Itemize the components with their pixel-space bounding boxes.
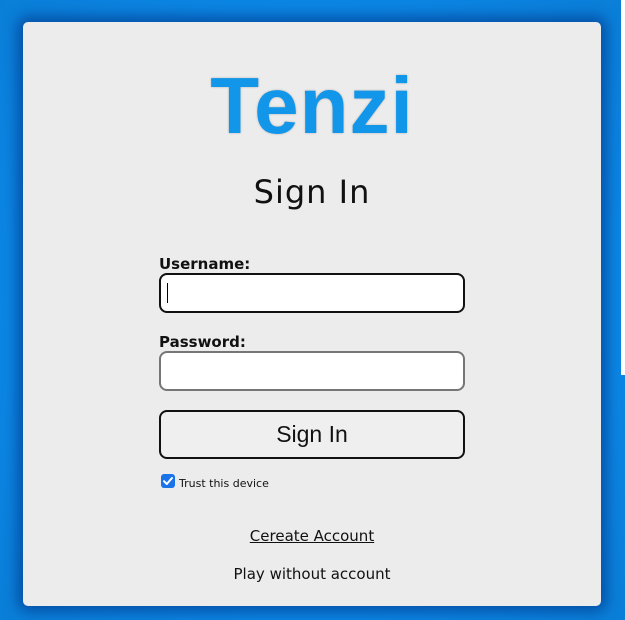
- create-account-link[interactable]: Cereate Account: [23, 527, 601, 545]
- trust-device-row[interactable]: Trust this device: [161, 473, 269, 490]
- trust-device-checkbox[interactable]: [161, 474, 175, 488]
- password-label: Password:: [159, 333, 246, 351]
- checkmark-icon: [163, 477, 173, 485]
- page-title: Sign In: [253, 173, 371, 211]
- username-label: Username:: [159, 255, 251, 273]
- text-caret: [167, 283, 168, 303]
- password-input[interactable]: [159, 351, 465, 391]
- trust-device-label: Trust this device: [179, 476, 269, 490]
- sign-in-button[interactable]: Sign In: [159, 410, 465, 459]
- app-logo: Tenzi: [210, 61, 414, 150]
- sign-in-card: Tenzi Sign In Username: Password: Sign I…: [23, 22, 601, 606]
- username-input[interactable]: [159, 273, 465, 313]
- play-without-account-link[interactable]: Play without account: [23, 565, 601, 583]
- window-edge: [621, 0, 625, 375]
